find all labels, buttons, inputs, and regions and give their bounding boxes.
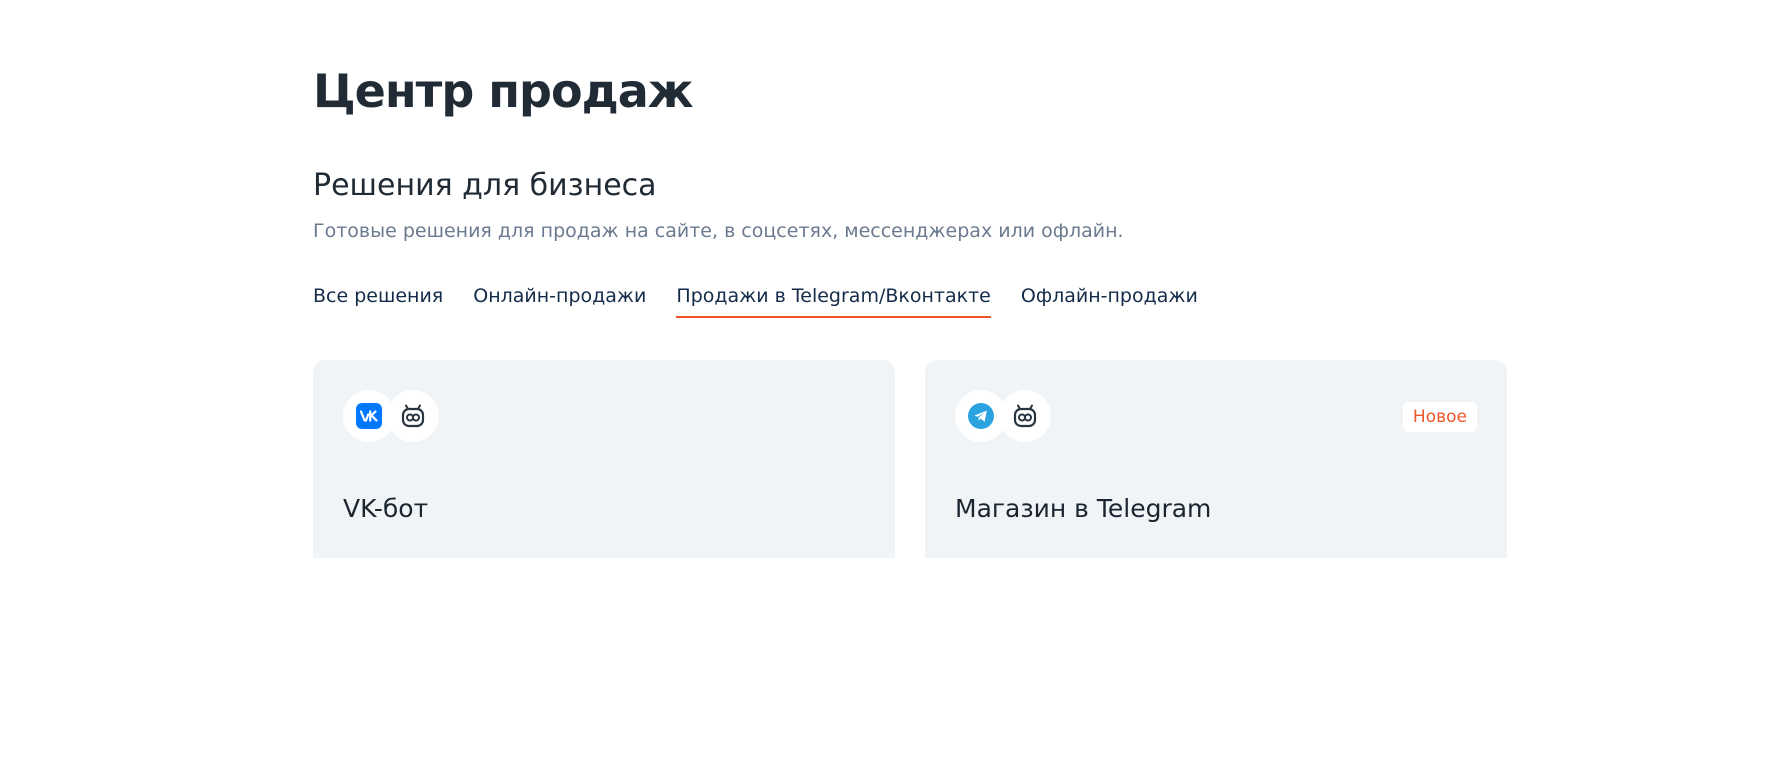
tab-online-sales[interactable]: Онлайн-продажи xyxy=(473,282,646,318)
card-icons xyxy=(343,390,439,442)
solution-card-telegram-shop[interactable]: Новое Магазин в Telegram xyxy=(925,360,1507,558)
section-title: Решения для бизнеса xyxy=(313,168,657,203)
tab-offline-sales[interactable]: Офлайн-продажи xyxy=(1021,282,1198,318)
page-title: Центр продаж xyxy=(313,64,694,118)
card-title: VK-бот xyxy=(343,494,429,523)
solution-cards: VK-бот Новое Магазин в Telegram xyxy=(313,360,1507,558)
new-badge: Новое xyxy=(1402,402,1477,432)
bot-icon xyxy=(999,390,1051,442)
tab-all-solutions[interactable]: Все решения xyxy=(313,282,443,318)
solution-card-vk-bot[interactable]: VK-бот xyxy=(313,360,895,558)
bot-icon xyxy=(387,390,439,442)
section-subtitle: Готовые решения для продаж на сайте, в с… xyxy=(313,220,1124,242)
card-title: Магазин в Telegram xyxy=(955,494,1212,523)
solutions-tabs: Все решения Онлайн-продажи Продажи в Tel… xyxy=(313,282,1198,318)
tab-telegram-vk-sales[interactable]: Продажи в Telegram/Вконтакте xyxy=(676,282,991,318)
card-icons xyxy=(955,390,1051,442)
